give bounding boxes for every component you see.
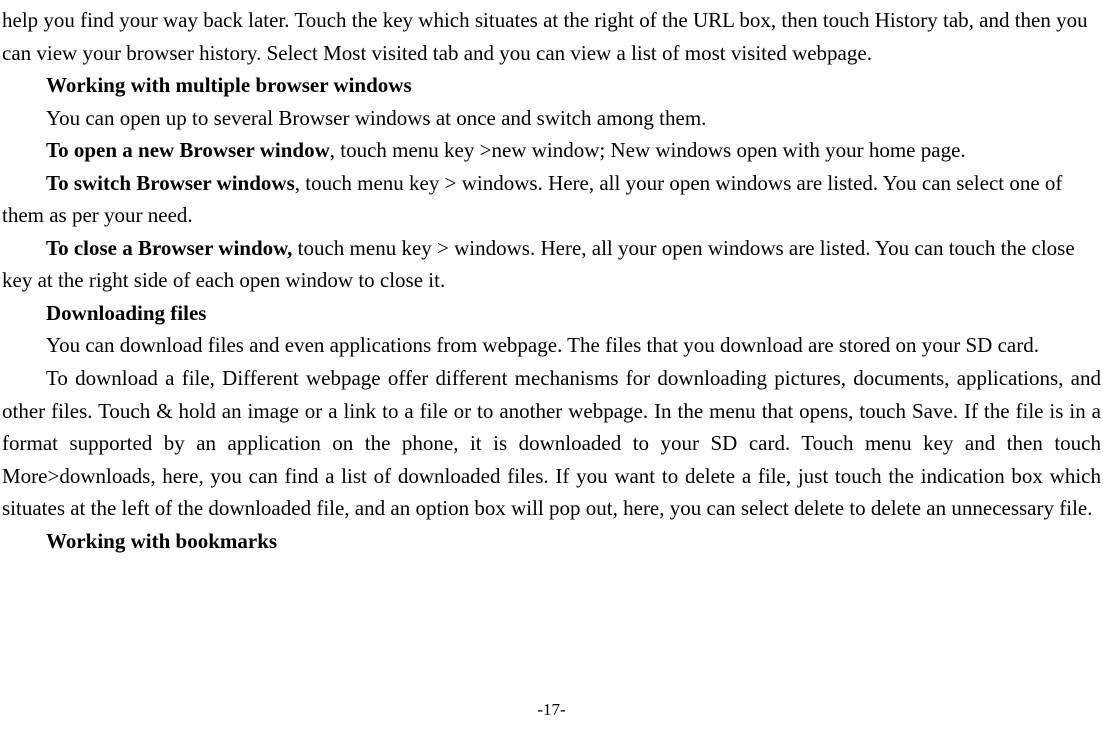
paragraph-download-intro: You can download files and even applicat… bbox=[2, 329, 1101, 362]
document-content: help you find your way back later. Touch… bbox=[2, 4, 1101, 557]
paragraph-download-details: To download a file, Different webpage of… bbox=[2, 362, 1101, 525]
bold-close-window: To close a Browser window, bbox=[46, 236, 298, 260]
paragraph-multiple-windows-intro: You can open up to several Browser windo… bbox=[2, 102, 1101, 135]
bold-switch-windows: To switch Browser windows bbox=[46, 171, 295, 195]
bold-open-window: To open a new Browser window bbox=[46, 138, 330, 162]
heading-downloading-files: Downloading files bbox=[2, 297, 1101, 330]
paragraph-close-window: To close a Browser window, touch menu ke… bbox=[2, 232, 1101, 297]
paragraph-switch-windows: To switch Browser windows, touch menu ke… bbox=[2, 167, 1101, 232]
paragraph-open-window: To open a new Browser window, touch menu… bbox=[2, 134, 1101, 167]
text-open-window: , touch menu key >new window; New window… bbox=[330, 138, 966, 162]
heading-multiple-windows: Working with multiple browser windows bbox=[2, 69, 1101, 102]
paragraph-history: help you find your way back later. Touch… bbox=[2, 4, 1101, 69]
page-number: -17- bbox=[0, 697, 1103, 723]
heading-bookmarks: Working with bookmarks bbox=[2, 525, 1101, 558]
